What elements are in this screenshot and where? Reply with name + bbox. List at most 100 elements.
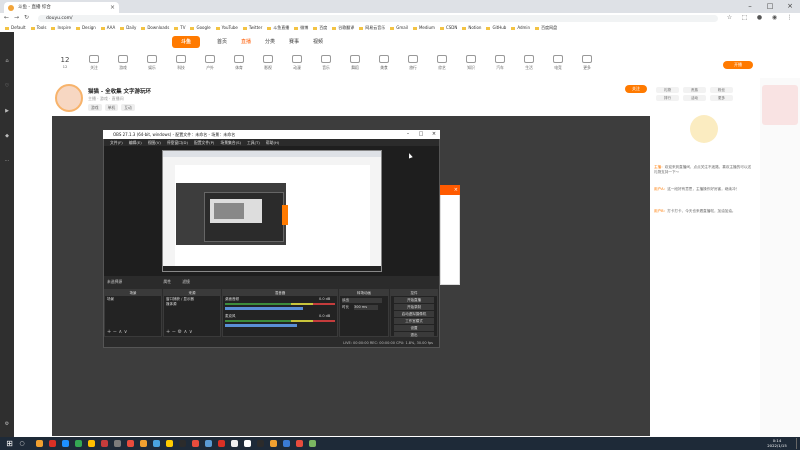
bookmark-item[interactable]: 谷歌翻译	[332, 23, 354, 32]
taskbar-search-icon[interactable]: ○	[18, 440, 26, 448]
taskbar-app-icon[interactable]	[179, 440, 186, 447]
settings-button[interactable]: 设置	[394, 325, 434, 331]
category-item[interactable]: 更多	[572, 53, 602, 71]
obs-menu-item[interactable]: 场景集合(S)	[220, 140, 241, 145]
bookmark-item[interactable]: Tools	[31, 23, 47, 32]
obs-menu-item[interactable]: 配置文件(P)	[194, 140, 214, 145]
obs-close-icon[interactable]: ×	[429, 130, 439, 139]
scene-item[interactable]: 场景	[107, 297, 114, 302]
taskbar-app-icon[interactable]	[101, 440, 108, 447]
bookmark-item[interactable]: Default	[5, 23, 26, 32]
bookmark-item[interactable]: 网易云音乐	[359, 23, 385, 32]
star-icon[interactable]: ☆	[725, 13, 734, 23]
category-item[interactable]: 生活	[514, 53, 544, 71]
streamer-avatar[interactable]	[55, 84, 83, 112]
taskbar-app-icon[interactable]	[127, 440, 134, 447]
bookmark-item[interactable]: Downloads	[141, 23, 169, 32]
rail-settings-icon[interactable]: ⚙	[1, 418, 13, 430]
category-item[interactable]: 音乐	[311, 53, 341, 71]
bookmark-item[interactable]: Medium	[413, 23, 435, 32]
virtual-camera-button[interactable]: 启动虚拟摄像机	[394, 311, 434, 317]
bookmark-item[interactable]: 微博	[294, 23, 308, 32]
taskbar-app-icon[interactable]	[49, 440, 56, 447]
profile-icon[interactable]: ◉	[770, 13, 779, 23]
duration-field[interactable]: 300 ms	[354, 305, 378, 310]
taskbar-app-icon[interactable]	[36, 440, 43, 447]
forward-icon[interactable]: →	[12, 13, 21, 23]
taskbar-app-icon[interactable]	[270, 440, 277, 447]
category-item[interactable]: 关注	[79, 53, 109, 71]
category-item[interactable]: 汽车	[485, 53, 515, 71]
bookmark-item[interactable]: Admin	[511, 23, 530, 32]
taskbar-app-icon[interactable]	[153, 440, 160, 447]
streamer-tag[interactable]: 游戏	[88, 104, 102, 111]
extension-red-icon[interactable]: ●	[755, 13, 764, 23]
sidebar-button[interactable]: 粉丝	[710, 87, 733, 93]
source-item[interactable]: 媒体源	[166, 302, 177, 307]
properties-button[interactable]: 属性	[163, 279, 171, 284]
taskbar-app-icon[interactable]	[205, 440, 212, 447]
taskbar-app-icon[interactable]	[88, 440, 95, 447]
chat-user[interactable]: 用户B：	[654, 209, 667, 213]
bookmark-item[interactable]: TV	[174, 23, 185, 32]
obs-maximize-icon[interactable]: □	[416, 130, 426, 139]
nav-item[interactable]: 首页	[217, 37, 227, 47]
taskbar-app-icon[interactable]	[166, 440, 173, 447]
category-item[interactable]: 娱乐	[137, 53, 167, 71]
filters-button[interactable]: 滤镜	[182, 279, 190, 284]
close-tab-icon[interactable]: ×	[110, 2, 115, 13]
chat-user[interactable]: 用户A：	[654, 187, 667, 191]
popup-close-icon[interactable]: ×	[440, 185, 460, 195]
bookmark-item[interactable]: 百度网盘	[535, 23, 557, 32]
menu-icon[interactable]: ⋮	[785, 13, 794, 23]
rail-home-icon[interactable]: ⌂	[1, 55, 13, 67]
category-item[interactable]: 体育	[224, 53, 254, 71]
obs-menu-item[interactable]: 视图(V)	[148, 140, 161, 145]
taskbar-app-icon[interactable]	[296, 440, 303, 447]
site-logo[interactable]: 斗鱼	[172, 36, 200, 48]
bookmark-item[interactable]: GitHub	[486, 23, 506, 32]
taskbar-clock[interactable]: 0:14 2022/1/15	[762, 438, 792, 448]
bookmark-item[interactable]: Daily	[120, 23, 136, 32]
bookmark-item[interactable]: Notion	[462, 23, 481, 32]
transition-select[interactable]: 淡出	[342, 298, 382, 303]
taskbar-app-icon[interactable]	[309, 440, 316, 447]
rail-more-icon[interactable]: ⋯	[1, 155, 13, 167]
nav-item[interactable]: 分类	[265, 37, 275, 47]
obs-menu-item[interactable]: 工具(T)	[247, 140, 260, 145]
studio-mode-button[interactable]: 工作室模式	[394, 318, 434, 324]
obs-menu-item[interactable]: 停靠窗口(D)	[167, 140, 188, 145]
close-window-icon[interactable]: ×	[780, 0, 800, 13]
taskbar-app-icon[interactable]	[140, 440, 147, 447]
taskbar-app-icon[interactable]	[114, 440, 121, 447]
show-desktop-button[interactable]	[796, 438, 800, 449]
sidebar-button[interactable]: 更多	[710, 95, 733, 101]
start-stream-button[interactable]: 开播	[723, 61, 753, 69]
bookmark-item[interactable]: Inspire	[51, 23, 70, 32]
obs-menu-item[interactable]: 编辑(E)	[129, 140, 142, 145]
category-item[interactable]: 知识	[456, 53, 486, 71]
extension-icon[interactable]: ⬚	[740, 13, 749, 23]
obs-minimize-icon[interactable]: –	[403, 130, 413, 139]
taskbar-app-icon[interactable]	[75, 440, 82, 447]
category-item[interactable]: 美食	[369, 53, 399, 71]
start-recording-button[interactable]: 开始录制	[394, 304, 434, 310]
back-icon[interactable]: ←	[2, 13, 11, 23]
bookmark-item[interactable]: Gmail	[390, 23, 408, 32]
taskbar-app-icon[interactable]	[62, 440, 69, 447]
sidebar-button[interactable]: 排行	[656, 95, 679, 101]
bookmark-item[interactable]: Twitter	[243, 23, 262, 32]
taskbar-app-icon[interactable]	[257, 440, 264, 447]
reload-icon[interactable]: ↻	[22, 13, 31, 23]
category-item[interactable]: 综艺	[427, 53, 457, 71]
rail-game-icon[interactable]: ◆	[1, 130, 13, 142]
category-item[interactable]: 科技	[166, 53, 196, 71]
sidebar-button[interactable]: 活动	[683, 95, 706, 101]
bookmark-item[interactable]: CSDN	[440, 23, 457, 32]
follow-button[interactable]: 关注	[625, 85, 647, 93]
rail-follow-icon[interactable]: ♡	[1, 80, 13, 92]
category-item[interactable]: 12 12	[50, 53, 80, 69]
taskbar-app-icon[interactable]	[218, 440, 225, 447]
bookmark-item[interactable]: YouTube	[216, 23, 238, 32]
url-field[interactable]: douyu.com/	[38, 14, 718, 22]
